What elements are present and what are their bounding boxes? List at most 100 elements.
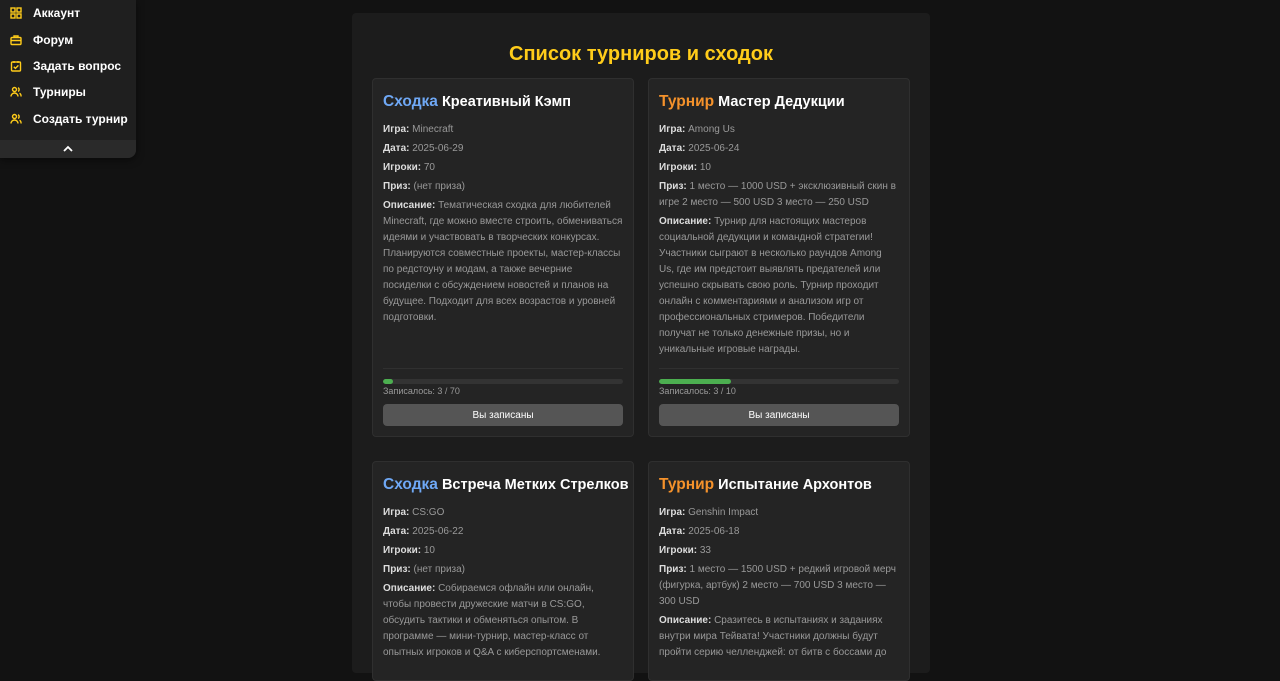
menu-item-label: Турниры xyxy=(33,85,86,100)
event-name: Креативный Кэмп xyxy=(441,94,571,110)
players-value: 10 xyxy=(699,162,711,173)
game-value: Among Us xyxy=(688,124,735,135)
field-label: Приз: xyxy=(659,564,687,575)
prize-value: 1 место — 1000 USD + эксклюзивный скин в… xyxy=(659,181,896,208)
players-row: Игроки: 70 xyxy=(383,160,623,176)
field-label: Игроки: xyxy=(383,162,422,173)
prize-row: Приз: 1 место — 1500 USD + редкий игрово… xyxy=(659,562,899,610)
players-row: Игроки: 10 xyxy=(659,160,899,176)
event-name: Мастер Дедукции xyxy=(718,94,845,110)
side-menu: Аккаунт Форум Задать вопрос Турниры Созд… xyxy=(0,0,136,158)
progress-fill xyxy=(383,379,394,384)
event-kind: Турнир xyxy=(659,476,715,493)
event-card: Турнир Мастер Дедукции Игра: Among Us Да… xyxy=(648,78,910,437)
description-row: Описание: Турнир для настоящих мастеров … xyxy=(659,214,899,358)
menu-item-ask-question[interactable]: Задать вопрос xyxy=(0,53,136,79)
progress-bar xyxy=(659,379,899,384)
menu-item-label: Аккаунт xyxy=(33,6,81,21)
date-row: Дата: 2025-06-18 xyxy=(659,524,899,540)
event-kind: Сходка xyxy=(383,93,438,110)
users-icon xyxy=(10,86,22,98)
prize-value: (нет приза) xyxy=(413,181,466,192)
card-title: Турнир Испытание Архонтов xyxy=(659,476,899,494)
card-title: Турнир Мастер Дедукции xyxy=(659,93,899,111)
card-title: Сходка Креативный Кэмп xyxy=(383,93,623,111)
field-label: Игроки: xyxy=(659,545,698,556)
field-label: Игра: xyxy=(659,507,686,518)
description-row: Описание: Собираемся офлайн или онлайн, … xyxy=(383,581,623,661)
field-label: Дата: xyxy=(659,143,686,154)
menu-item-label: Форум xyxy=(33,32,74,47)
users-icon xyxy=(10,113,22,125)
prize-value: 1 место — 1500 USD + редкий игровой мерч… xyxy=(659,564,896,607)
progress-bar xyxy=(383,379,623,384)
field-label: Описание: xyxy=(383,583,436,594)
progress-fill xyxy=(659,379,731,384)
field-label: Описание: xyxy=(383,200,436,211)
event-card: Сходка Креативный Кэмп Игра: Minecraft Д… xyxy=(372,78,634,437)
description-value: Тематическая сходка для любителей Minecr… xyxy=(383,200,623,323)
field-label: Игра: xyxy=(383,124,410,135)
card-title: Сходка Встреча Метких Стрелков xyxy=(383,476,629,494)
menu-item-create-tournament[interactable]: Создать турнир xyxy=(0,106,136,132)
game-value: Minecraft xyxy=(412,124,454,135)
field-label: Дата: xyxy=(383,143,410,154)
tournament-list-panel: Список турниров и сходок Сходка Креативн… xyxy=(352,13,930,681)
progress-text: Записалось: 3 / 70 xyxy=(383,386,460,396)
field-label: Описание: xyxy=(659,216,712,227)
signup-progress: Записалось: 3 / 70 xyxy=(383,368,623,396)
date-value: 2025-06-29 xyxy=(412,143,464,154)
players-row: Игроки: 33 xyxy=(659,543,899,559)
chevron-up-icon xyxy=(63,140,73,158)
game-row: Игра: Among Us xyxy=(659,122,899,138)
date-value: 2025-06-22 xyxy=(412,526,464,537)
event-kind: Сходка xyxy=(383,476,438,493)
page-title: Список турниров и сходок xyxy=(509,43,773,65)
event-card: Турнир Испытание Архонтов Игра: Genshin … xyxy=(648,461,910,681)
menu-item-label: Задать вопрос xyxy=(33,58,122,73)
description-row: Описание: Тематическая сходка для любите… xyxy=(383,198,623,326)
description-row: Описание: Сразитесь в испытаниях и задан… xyxy=(659,613,899,661)
players-value: 33 xyxy=(699,545,711,556)
field-label: Дата: xyxy=(659,526,686,537)
prize-value: (нет приза) xyxy=(413,564,466,575)
game-row: Игра: Minecraft xyxy=(383,122,623,138)
field-label: Игроки: xyxy=(659,162,698,173)
date-row: Дата: 2025-06-24 xyxy=(659,141,899,157)
progress-text: Записалось: 3 / 10 xyxy=(659,386,736,396)
game-row: Игра: Genshin Impact xyxy=(659,505,899,521)
menu-item-label: Создать турнир xyxy=(33,111,128,126)
menu-collapse-button[interactable] xyxy=(0,140,136,158)
field-label: Описание: xyxy=(659,615,712,626)
briefcase-icon xyxy=(10,34,22,46)
prize-row: Приз: (нет приза) xyxy=(383,179,623,195)
divider xyxy=(383,368,623,369)
divider xyxy=(659,368,899,369)
field-label: Приз: xyxy=(383,564,411,575)
signed-up-button[interactable]: Вы записаны xyxy=(383,404,623,426)
players-row: Игроки: 10 xyxy=(383,543,623,559)
prize-row: Приз: (нет приза) xyxy=(383,562,623,578)
field-label: Приз: xyxy=(659,181,687,192)
date-value: 2025-06-24 xyxy=(688,143,740,154)
field-label: Игра: xyxy=(383,507,410,518)
field-label: Дата: xyxy=(383,526,410,537)
menu-item-tournaments[interactable]: Турниры xyxy=(0,79,136,105)
description-value: Собираемся офлайн или онлайн, чтобы пров… xyxy=(383,583,601,658)
date-value: 2025-06-18 xyxy=(688,526,740,537)
signup-progress: Записалось: 3 / 10 xyxy=(659,368,899,396)
clipboard-check-icon xyxy=(10,60,22,72)
players-value: 70 xyxy=(423,162,435,173)
event-name: Встреча Метких Стрелков xyxy=(441,477,629,493)
menu-item-forum[interactable]: Форум xyxy=(0,26,136,52)
players-value: 10 xyxy=(423,545,435,556)
game-row: Игра: CS:GO xyxy=(383,505,623,521)
menu-item-account[interactable]: Аккаунт xyxy=(0,0,136,26)
date-row: Дата: 2025-06-29 xyxy=(383,141,623,157)
signed-up-button[interactable]: Вы записаны xyxy=(659,404,899,426)
event-card: Сходка Встреча Метких Стрелков Игра: CS:… xyxy=(372,461,634,681)
field-label: Игроки: xyxy=(383,545,422,556)
event-name: Испытание Архонтов xyxy=(718,477,872,493)
date-row: Дата: 2025-06-22 xyxy=(383,524,623,540)
prize-row: Приз: 1 место — 1000 USD + эксклюзивный … xyxy=(659,179,899,211)
